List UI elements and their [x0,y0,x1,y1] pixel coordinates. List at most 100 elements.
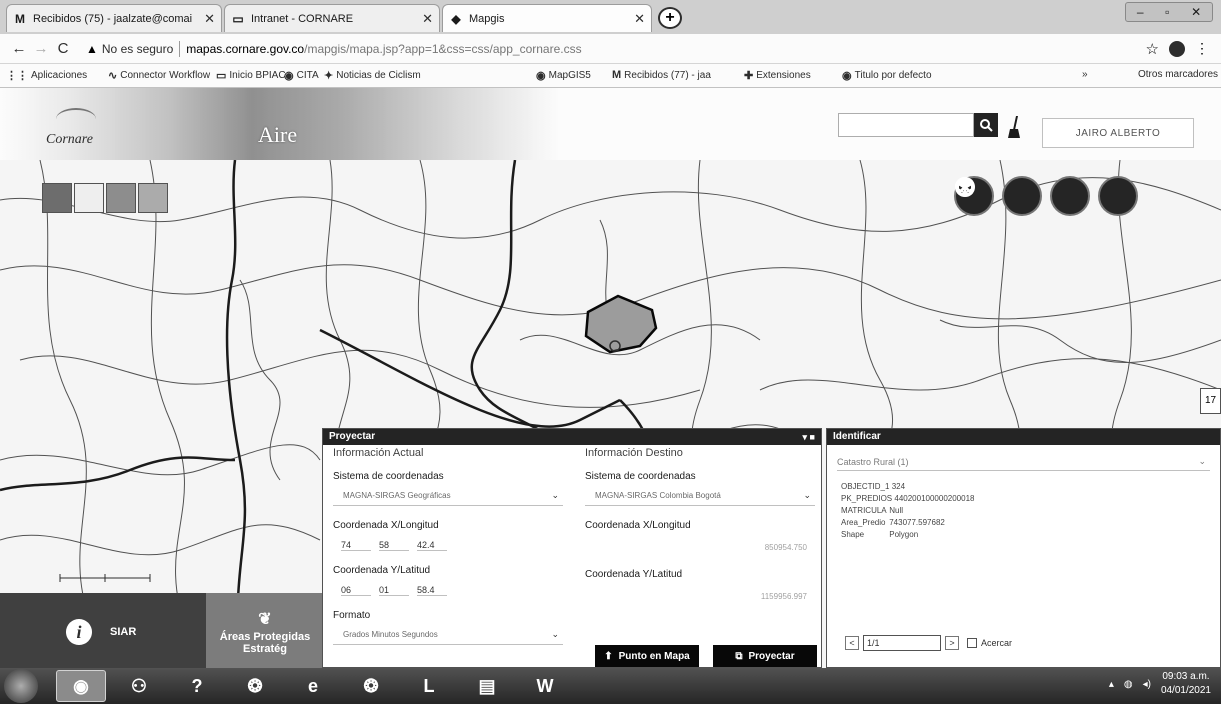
seconds-field[interactable]: 42.4 [417,540,447,551]
clock-time: 09:03 a.m. [1162,671,1210,682]
proyectar-button[interactable]: ⧉ Proyectar [713,645,817,667]
tab-gmail[interactable]: M Recibidos (75) - jaalzate@comai ✕ [6,4,222,32]
bookmark-otros[interactable]: Otros marcadores [1138,69,1218,80]
cornare-logo[interactable]: Cornare [46,132,93,148]
field-label: Coordenada X/Longitud [585,520,691,531]
collapse-icon[interactable]: ▾ ■ [803,429,815,445]
longitude-inputs[interactable]: 74 58 42.4 [333,535,563,555]
panel-header: Identificar [827,429,1220,445]
bookmark-extensiones[interactable]: ✚ Extensiones [744,69,811,82]
info-button[interactable] [955,176,1042,216]
bookmark-titulo[interactable]: ◉ Titulo por defecto [842,69,932,82]
tray-arrow-icon[interactable]: ▴ [1109,679,1114,690]
chevron-down-icon: ⌄ [803,490,811,500]
format-select[interactable]: Grados Minutos Segundos ⌄ [333,625,563,645]
coordinate-system-select[interactable]: MAGNA-SIRGAS Colombia Bogotá ⌄ [585,486,815,506]
bookmark-label: Extensiones [756,70,811,81]
bookmark-apps[interactable]: ⋮⋮ Aplicaciones [6,69,87,82]
minutes-field[interactable]: 58 [379,540,409,551]
areas-protegidas-button[interactable]: ❦ Áreas Protegidas Estratég [206,593,324,668]
panel-header: Proyectar ▾ ■ [323,429,821,445]
user-button[interactable]: JAIRO ALBERTO [1042,118,1194,148]
url-field[interactable]: mapas.cornare.gov.co/mapgis/mapa.jsp?app… [186,42,581,56]
bookmark-mapgis5[interactable]: ◉ MapGIS5 [536,69,591,82]
tools-button[interactable] [956,176,1138,216]
bookmark-label: MapGIS5 [548,70,591,81]
tab-label: Mapgis [469,12,505,25]
lync-taskbar-icon[interactable]: L [404,670,454,702]
select-value: Catastro Rural (1) [837,456,909,467]
areas-label: Áreas Protegidas [219,631,311,643]
degrees-field[interactable]: 74 [341,540,371,551]
forward-icon[interactable]: → [30,40,52,57]
back-icon[interactable]: ← [8,40,30,57]
tab-mapgis[interactable]: ◆ Mapgis ✕ [442,4,652,32]
button-label: Proyectar [748,650,795,662]
siar-label: SIAR [110,626,137,638]
ie-taskbar-icon[interactable]: e [288,670,338,702]
basemap-satellite[interactable] [42,183,72,213]
window-controls[interactable]: – ▫ ✕ [1125,2,1213,22]
bookmark-label: Inicio BPIAC [229,70,286,81]
prev-page-icon[interactable]: < [845,636,859,650]
next-page-icon[interactable]: > [945,636,959,650]
siar-button[interactable]: i SIAR [0,593,206,668]
close-window-icon[interactable]: ✕ [1191,5,1201,19]
reload-icon[interactable]: C [52,40,74,57]
bookmark-gmail[interactable]: M Recibidos (77) - jaa [612,69,711,81]
browser-menu-icon[interactable]: ⋮ [1195,40,1209,57]
maximize-icon[interactable]: ▫ [1165,5,1169,19]
seconds-field[interactable]: 58.4 [417,585,447,596]
bookmark-bpiac[interactable]: ▭ Inicio BPIAC [216,69,286,82]
layer-select[interactable]: Catastro Rural (1) ⌄ [837,453,1210,471]
volume-icon[interactable]: ◂) [1143,679,1151,690]
search-button[interactable] [974,113,998,137]
areas-label-2: Estratég [242,643,288,655]
bookmarks-overflow[interactable]: » [1082,69,1088,80]
attr-value: 440200100000200018 [894,494,975,503]
help-taskbar-icon[interactable]: ? [172,670,222,702]
bookmark-ciclismo[interactable]: ✦ Noticias de Ciclism [324,69,421,82]
bookmark-star-icon[interactable]: ☆ [1146,40,1159,58]
punto-en-mapa-button[interactable]: ⬆ Punto en Mapa [595,645,699,667]
basemap-streets[interactable] [74,183,104,213]
tab-intranet[interactable]: ▭ Intranet - CORNARE ✕ [224,4,440,32]
bookmark-cita[interactable]: ◉ CITA [284,69,319,82]
bookmark-connector[interactable]: ∿ Connector Workflow [108,69,210,82]
tab-close-icon[interactable]: ✕ [634,11,645,27]
latitude-inputs[interactable]: 06 01 58.4 [333,580,563,600]
tab-close-icon[interactable]: ✕ [204,11,215,27]
apps-icon: ⋮⋮ [6,70,28,82]
acercar-checkbox[interactable] [967,638,977,648]
broom-icon[interactable] [1008,116,1020,138]
y-output: 1159956.997 [760,592,807,601]
attr-value: Polygon [889,530,919,539]
minimize-icon[interactable]: – [1137,5,1144,19]
word-taskbar-icon[interactable]: W [520,670,570,702]
attribute-row: Shape Polygon [827,529,1220,541]
start-button[interactable] [4,669,38,703]
new-tab-button[interactable]: + [658,7,682,29]
chrome-taskbar-icon[interactable]: ◉ [56,670,106,702]
identificar-panel: Identificar Catastro Rural (1) ⌄ OBJECTI… [826,428,1221,668]
print-button[interactable] [957,176,1090,216]
clock[interactable]: 09:03 a.m. 04/01/2021 [1161,670,1211,698]
network-icon[interactable]: ◍ [1124,679,1133,690]
app2-taskbar-icon[interactable]: ❂ [346,670,396,702]
tab-close-icon[interactable]: ✕ [422,11,433,27]
page-input[interactable]: 1/1 [863,635,941,651]
minutes-field[interactable]: 01 [379,585,409,596]
app-taskbar-icon[interactable]: ❂ [230,670,280,702]
basemap-topo[interactable] [138,183,168,213]
degrees-field[interactable]: 06 [341,585,371,596]
security-label[interactable]: No es seguro [102,42,173,56]
attribute-row: OBJECTID_1 324 [827,481,1220,493]
coordinate-system-select[interactable]: MAGNA-SIRGAS Geográficas ⌄ [333,486,563,506]
globe-icon: ◉ [284,70,294,82]
warning-icon[interactable]: ▲ [86,42,98,56]
explorer-taskbar-icon[interactable]: ▤ [462,670,512,702]
profile-avatar-icon[interactable] [1169,40,1185,57]
search-input[interactable] [838,113,974,137]
network-taskbar-icon[interactable]: ⚇ [114,670,164,702]
basemap-terrain[interactable] [106,183,136,213]
